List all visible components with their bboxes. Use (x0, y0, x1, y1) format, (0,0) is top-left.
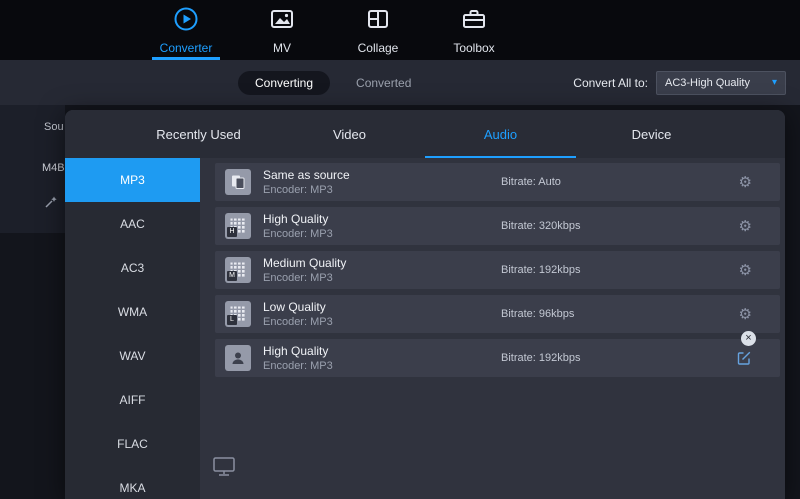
preset-encoder: Encoder: MP3 (263, 359, 501, 373)
sidebar-item-wav[interactable]: WAV (65, 334, 200, 378)
custom-profile-user-icon (225, 345, 251, 371)
tab-audio[interactable]: Audio (425, 110, 576, 158)
converter-icon (173, 6, 199, 37)
preset-title: High Quality (263, 212, 501, 227)
preset-row-low-quality[interactable]: L Low Quality Encoder: MP3 Bitrate: 96kb… (215, 295, 780, 333)
source-label: Sou (44, 121, 64, 133)
high-quality-icon: H (225, 213, 251, 239)
preset-encoder: Encoder: MP3 (263, 227, 501, 241)
sidebar-item-aac[interactable]: AAC (65, 202, 200, 246)
convert-state-tabs: Converting Converted (238, 60, 411, 105)
tab-converter-label: Converter (160, 41, 213, 55)
sidebar-item-ac3[interactable]: AC3 (65, 246, 200, 290)
preset-bitrate: Bitrate: 96kbps (501, 308, 739, 320)
edit-preset-icon[interactable] (736, 350, 752, 366)
preset-bitrate: Bitrate: 192kbps (501, 352, 736, 364)
tab-mv-label: MV (273, 41, 291, 55)
collage-icon (365, 6, 391, 37)
format-panel-body: MP3 AAC AC3 WMA WAV AIFF FLAC MKA (65, 158, 785, 499)
sub-toolbar: Converting Converted Convert All to: AC3… (0, 60, 800, 105)
convert-all-label: Convert All to: (573, 76, 648, 90)
preset-row-high-quality[interactable]: H High Quality Encoder: MP3 Bitrate: 320… (215, 207, 780, 245)
preset-row-medium-quality[interactable]: M Medium Quality Encoder: MP3 Bitrate: 1… (215, 251, 780, 289)
toolbox-icon (461, 6, 487, 37)
preset-bitrate: Bitrate: 192kbps (501, 264, 739, 276)
tab-toolbox-label: Toolbox (453, 41, 494, 55)
chevron-down-icon: ▾ (772, 77, 777, 88)
settings-gear-icon[interactable]: ⚙ (739, 219, 752, 234)
tab-converted[interactable]: Converted (356, 76, 411, 90)
format-panel: Recently Used Video Audio Device MP3 AAC… (65, 110, 785, 499)
preset-encoder: Encoder: MP3 (263, 183, 501, 197)
tab-video[interactable]: Video (274, 110, 425, 158)
preset-bitrate: Bitrate: 320kbps (501, 220, 739, 232)
sidebar-item-aiff[interactable]: AIFF (65, 378, 200, 422)
top-navigation: Converter MV (0, 0, 800, 60)
preset-list: Same as source Encoder: MP3 Bitrate: Aut… (200, 158, 785, 499)
format-sidebar: MP3 AAC AC3 WMA WAV AIFF FLAC MKA (65, 158, 200, 499)
preset-title: High Quality (263, 344, 501, 359)
convert-all-value: AC3-High Quality (665, 77, 750, 89)
low-quality-icon: L (225, 301, 251, 327)
convert-all-group: Convert All to: AC3-High Quality ▾ (573, 60, 786, 105)
sidebar-item-mp3[interactable]: MP3 (65, 158, 200, 202)
preset-text: Low Quality Encoder: MP3 (263, 300, 501, 329)
sidebar-item-mka[interactable]: MKA (65, 466, 200, 499)
format-panel-tabs: Recently Used Video Audio Device (65, 110, 785, 158)
tab-converting[interactable]: Converting (238, 71, 330, 95)
wand-icon[interactable] (44, 195, 58, 214)
preset-row-custom-high-quality[interactable]: × High Quality Encoder: MP3 Bitrate: 192… (215, 339, 780, 377)
settings-gear-icon[interactable]: ⚙ (739, 175, 752, 190)
preset-text: High Quality Encoder: MP3 (263, 344, 501, 373)
preset-row-same-as-source[interactable]: Same as source Encoder: MP3 Bitrate: Aut… (215, 163, 780, 201)
convert-all-dropdown[interactable]: AC3-High Quality ▾ (656, 71, 786, 95)
tab-recently-used[interactable]: Recently Used (123, 110, 274, 158)
medium-quality-icon: M (225, 257, 251, 283)
file-format-label: M4B (42, 162, 65, 174)
preset-title: Medium Quality (263, 256, 501, 271)
preset-encoder: Encoder: MP3 (263, 271, 501, 285)
tab-device[interactable]: Device (576, 110, 727, 158)
tab-collage-label: Collage (358, 41, 399, 55)
preset-bitrate: Bitrate: Auto (501, 176, 739, 188)
preset-title: Low Quality (263, 300, 501, 315)
quality-badge: H (227, 227, 237, 237)
mv-icon (269, 6, 295, 37)
quality-badge: L (227, 315, 237, 325)
tab-converter[interactable]: Converter (150, 0, 222, 60)
preset-title: Same as source (263, 168, 501, 183)
preset-text: High Quality Encoder: MP3 (263, 212, 501, 241)
top-tabs: Converter MV (0, 0, 800, 60)
tab-toolbox[interactable]: Toolbox (438, 0, 510, 60)
quality-badge: M (227, 271, 237, 281)
app-window: Converter MV (0, 0, 800, 499)
same-as-source-icon (225, 169, 251, 195)
remove-preset-button[interactable]: × (741, 331, 756, 346)
preset-text: Same as source Encoder: MP3 (263, 168, 501, 197)
settings-gear-icon[interactable]: ⚙ (739, 263, 752, 278)
sidebar-item-flac[interactable]: FLAC (65, 422, 200, 466)
sidebar-item-wma[interactable]: WMA (65, 290, 200, 334)
tab-collage[interactable]: Collage (342, 0, 414, 60)
settings-gear-icon[interactable]: ⚙ (739, 307, 752, 322)
tab-mv[interactable]: MV (246, 0, 318, 60)
preset-encoder: Encoder: MP3 (263, 315, 501, 329)
preset-text: Medium Quality Encoder: MP3 (263, 256, 501, 285)
tv-icon (212, 454, 236, 483)
